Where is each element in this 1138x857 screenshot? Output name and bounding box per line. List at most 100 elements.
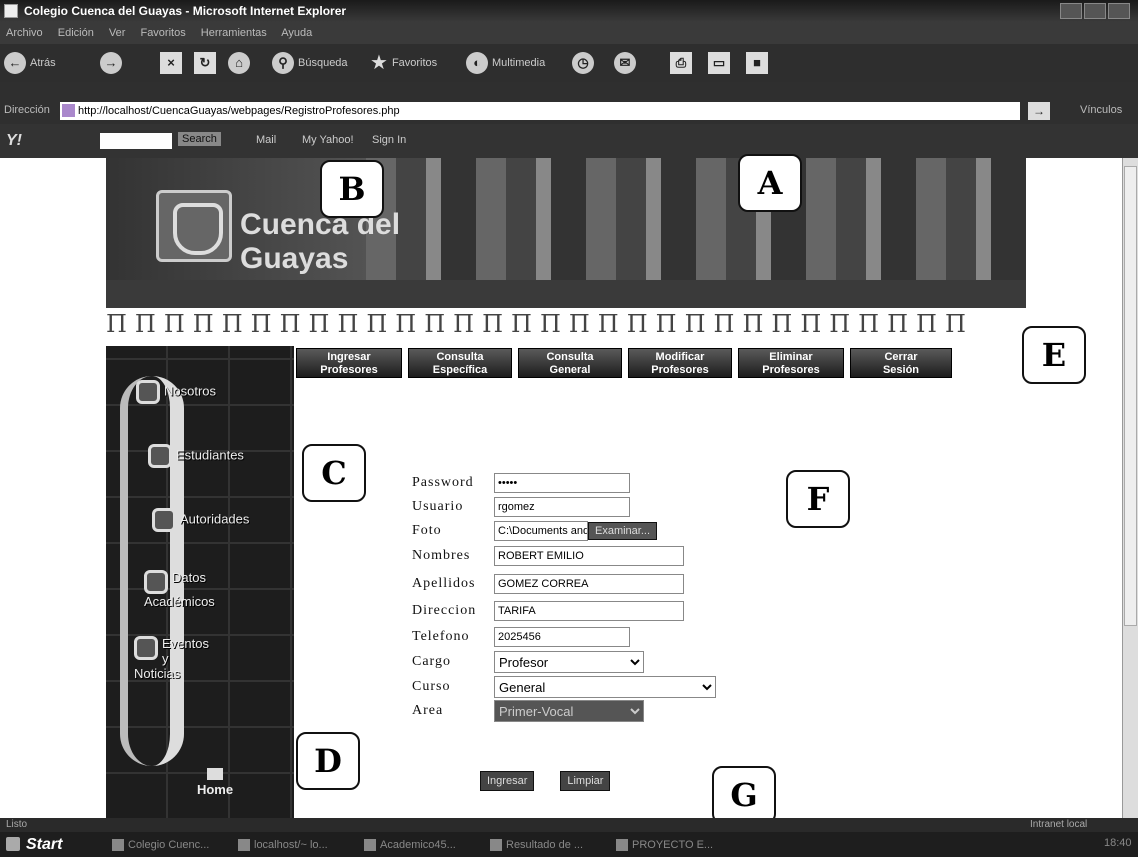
back-arrow-icon: ← bbox=[4, 52, 26, 74]
address-input[interactable]: http://localhost/CuencaGuayas/webpages/R… bbox=[60, 102, 1020, 120]
ie-icon bbox=[4, 4, 18, 18]
close-button[interactable] bbox=[1108, 3, 1130, 19]
nav-consulta-especifica[interactable]: Consulta Específica bbox=[408, 348, 512, 378]
system-clock: 18:40 bbox=[1104, 837, 1132, 849]
edit-button[interactable]: ▭ bbox=[708, 51, 730, 75]
mail-button[interactable]: ✉ bbox=[614, 51, 636, 75]
usuario-field[interactable] bbox=[494, 497, 630, 517]
sidebar-item-datos-academicos[interactable]: Datos Académicos bbox=[144, 570, 215, 609]
vertical-scrollbar[interactable] bbox=[1122, 158, 1138, 818]
school-logo-icon bbox=[156, 190, 232, 262]
menu-edicion[interactable]: Edición bbox=[58, 27, 94, 39]
print-icon: ⎙ bbox=[670, 52, 692, 74]
refresh-button[interactable]: ↻ bbox=[194, 51, 216, 75]
nombres-row: Nombres bbox=[412, 545, 684, 567]
links-label[interactable]: Vínculos bbox=[1080, 104, 1122, 116]
search-button[interactable]: ⚲ Búsqueda bbox=[272, 51, 348, 75]
shield-icon bbox=[134, 636, 158, 660]
start-button[interactable]: Start bbox=[4, 834, 62, 855]
maximize-button[interactable] bbox=[1084, 3, 1106, 19]
callout-c: C bbox=[302, 444, 366, 502]
stop-button[interactable]: × bbox=[160, 51, 182, 75]
password-row: Password bbox=[412, 472, 630, 494]
window-title: Colegio Cuenca del Guayas - Microsoft In… bbox=[24, 4, 347, 18]
yahoo-search-input[interactable] bbox=[100, 133, 172, 149]
shield-icon bbox=[144, 570, 168, 594]
password-field[interactable] bbox=[494, 473, 630, 493]
callout-g: G bbox=[712, 766, 776, 824]
task-item[interactable]: Colegio Cuenc... bbox=[110, 836, 226, 854]
examinar-button[interactable]: Examinar... bbox=[588, 522, 658, 540]
forward-button[interactable]: → bbox=[100, 51, 122, 75]
sidebar-item-estudiantes[interactable]: Estudiantes bbox=[148, 444, 244, 468]
apellidos-field[interactable] bbox=[494, 574, 684, 594]
yahoo-search-button[interactable]: Search bbox=[178, 132, 221, 146]
yahoo-logo[interactable]: Y! bbox=[6, 132, 22, 150]
nav-cerrar-sesion[interactable]: Cerrar Sesión bbox=[850, 348, 952, 378]
task-item[interactable]: localhost/~ lo... bbox=[236, 836, 352, 854]
cargo-row: Cargo Profesor bbox=[412, 651, 644, 673]
nav-modificar-profesores[interactable]: Modificar Profesores bbox=[628, 348, 732, 378]
home-link[interactable]: Home bbox=[180, 768, 250, 808]
form-buttons-row: Ingresar Limpiar bbox=[412, 770, 611, 792]
refresh-icon: ↻ bbox=[194, 52, 216, 74]
yahoo-mail-link[interactable]: Mail bbox=[256, 134, 276, 146]
ingresar-button[interactable]: Ingresar bbox=[480, 771, 535, 791]
address-label: Dirección bbox=[4, 104, 50, 116]
school-photo bbox=[366, 158, 1026, 280]
mail-icon: ✉ bbox=[614, 52, 636, 74]
sidebar-item-autoridades[interactable]: Autoridades bbox=[152, 508, 249, 532]
telefono-field[interactable] bbox=[494, 627, 630, 647]
callout-a: A bbox=[738, 154, 802, 212]
scrollbar-thumb[interactable] bbox=[1124, 166, 1137, 626]
task-item[interactable]: Academico45... bbox=[362, 836, 478, 854]
menu-favoritos[interactable]: Favoritos bbox=[140, 27, 185, 39]
shield-icon bbox=[148, 444, 172, 468]
stop-icon: × bbox=[160, 52, 182, 74]
site-banner: Cuenca del Guayas bbox=[106, 158, 1026, 308]
media-button[interactable]: ◐ Multimedia bbox=[466, 51, 545, 75]
window-titlebar: Colegio Cuenca del Guayas - Microsoft In… bbox=[0, 0, 1138, 22]
sidebar-item-eventos-noticias[interactable]: Eventos y Noticias bbox=[134, 636, 209, 681]
shield-icon bbox=[152, 508, 176, 532]
minimize-button[interactable] bbox=[1060, 3, 1082, 19]
curso-select[interactable]: General bbox=[494, 676, 716, 698]
usuario-row: Usuario bbox=[412, 496, 630, 518]
nav-ingresar-profesores[interactable]: Ingresar Profesores bbox=[296, 348, 402, 378]
taskbar: Start Colegio Cuenc... localhost/~ lo...… bbox=[0, 832, 1138, 857]
home-button[interactable]: ⌂ bbox=[228, 51, 250, 75]
direccion-field[interactable] bbox=[494, 601, 684, 621]
sidebar-item-nosotros[interactable]: Nosotros bbox=[136, 380, 216, 404]
history-button[interactable]: ◷ bbox=[572, 51, 594, 75]
menu-ver[interactable]: Ver bbox=[109, 27, 126, 39]
yahoo-sign-in-link[interactable]: Sign In bbox=[372, 134, 406, 146]
back-button[interactable]: ← Atrás bbox=[4, 51, 56, 75]
browser-toolbar: ← Atrás → × ↻ ⌂ ⚲ Búsqueda ★ Favoritos ◐ Mul… bbox=[0, 44, 1138, 82]
print-button[interactable]: ⎙ bbox=[670, 51, 692, 75]
status-bar: Listo Intranet local bbox=[0, 818, 1138, 832]
messenger-button[interactable]: ■ bbox=[746, 51, 768, 75]
ornament-border: ΠΠΠΠΠΠΠΠΠΠΠΠΠΠΠΠΠΠΠΠΠΠΠΠΠΠΠΠΠΠ bbox=[106, 310, 974, 338]
cargo-select[interactable]: Profesor bbox=[494, 651, 644, 673]
favorites-button[interactable]: ★ Favoritos bbox=[370, 51, 437, 75]
task-item[interactable]: PROYECTO E... bbox=[614, 836, 730, 854]
status-text: Listo bbox=[6, 819, 28, 830]
go-button[interactable]: → bbox=[1028, 102, 1050, 120]
task-item[interactable]: Resultado de ... bbox=[488, 836, 604, 854]
home-icon: ⌂ bbox=[228, 52, 250, 74]
menu-herramientas[interactable]: Herramientas bbox=[201, 27, 267, 39]
nav-eliminar-profesores[interactable]: Eliminar Profesores bbox=[738, 348, 844, 378]
foto-row: Foto Examinar... bbox=[412, 520, 658, 542]
history-icon: ◷ bbox=[572, 52, 594, 74]
nav-consulta-general[interactable]: Consulta General bbox=[518, 348, 622, 378]
menu-ayuda[interactable]: Ayuda bbox=[281, 27, 312, 39]
area-select[interactable]: Primer-Vocal bbox=[494, 700, 644, 722]
password-label: Password bbox=[412, 475, 474, 490]
menu-archivo[interactable]: Archivo bbox=[6, 27, 43, 39]
foto-field[interactable] bbox=[494, 521, 588, 541]
nombres-field[interactable] bbox=[494, 546, 684, 566]
yahoo-my-yahoo-link[interactable]: My Yahoo! bbox=[302, 134, 354, 146]
apellidos-label: Apellidos bbox=[412, 576, 476, 591]
limpiar-button[interactable]: Limpiar bbox=[560, 771, 611, 791]
apellidos-row: Apellidos bbox=[412, 573, 684, 595]
